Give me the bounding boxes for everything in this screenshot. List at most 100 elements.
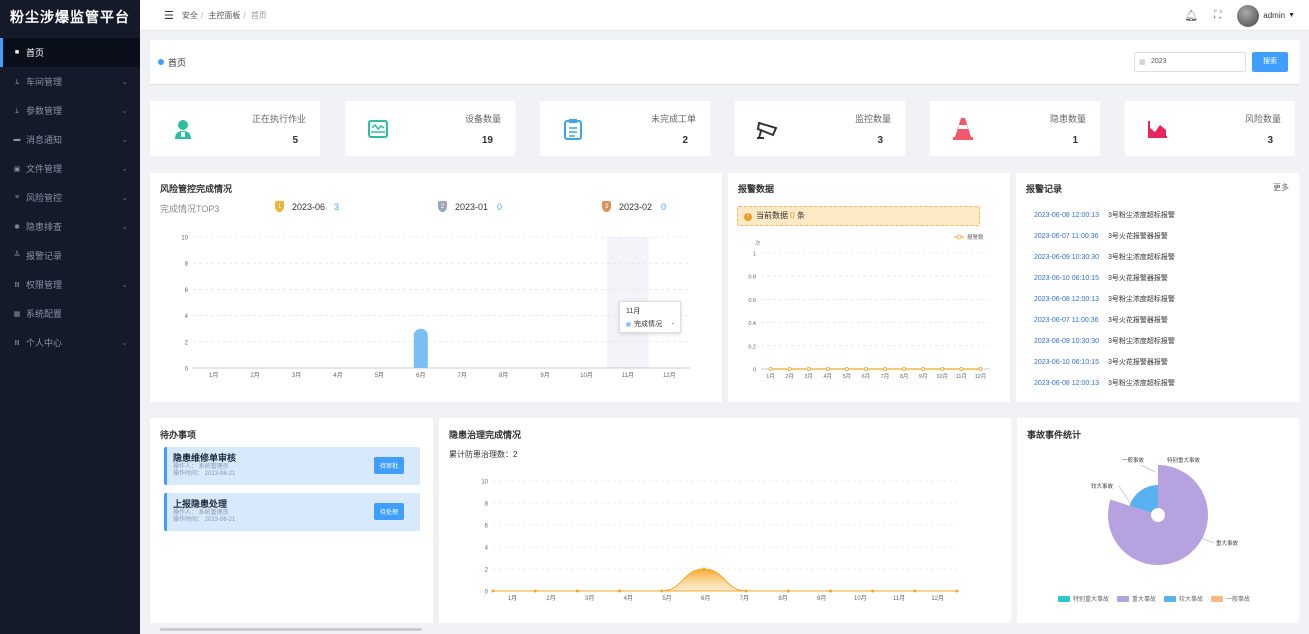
legend-swatch-icon (1211, 595, 1224, 602)
stat-card[interactable]: 监控数量 3 (735, 101, 905, 156)
data-point (786, 589, 790, 593)
record-content: 3号粉尘浓度超标报警 (1108, 296, 1175, 303)
sidebar-item[interactable]: ▦ 系统配置 (0, 299, 140, 328)
stat-card[interactable]: 设备数量 19 (345, 101, 515, 156)
stat-value: 5 (292, 134, 298, 146)
data-point (787, 366, 792, 371)
record-content: 3号火花报警器报警 (1108, 275, 1168, 282)
hazard-panel: 隐患治理完成情况 累计防患治理数：2 0 2 4 6 8 10 1月 2月 3月 4月 5月 6月 7月… (439, 418, 1011, 623)
chevron-down-icon: ⌄ (121, 164, 128, 173)
x-tick-label: 7月 (458, 372, 467, 379)
x-tick-label: 2月 (250, 372, 259, 379)
records-list: 2023-06-08 12:00:13 3号粉尘浓度超标报警 2023-06-07 … (1034, 205, 1294, 397)
sidebar-item[interactable]: Ⅲ 个人中心 ⌄ (0, 328, 140, 357)
legend-label: 一般事故 (1226, 597, 1251, 603)
bell-icon[interactable]: 🔔︎ (1184, 9, 1198, 22)
y-tick-label: 0 (485, 590, 489, 596)
record-row[interactable]: 2023-06-08 12:00:13 3号粉尘浓度超标报警 (1034, 373, 1294, 394)
bars-icon: Ⅲ (14, 281, 20, 289)
x-tick-label: 3月 (585, 595, 594, 602)
data-point (844, 366, 849, 371)
record-date: 2023-06-10 06:10:15 (1034, 359, 1099, 366)
y-tick-label: 1 (753, 252, 756, 258)
accident-panel: 事故事件统计 特别重大事故 重大事故 较大事故 一般事故 特别重大事故 重大事故 较大事故… (1017, 418, 1299, 623)
x-tick-label: 11月 (622, 372, 634, 379)
data-point (883, 366, 888, 371)
stat-value: 2 (682, 134, 688, 146)
year-picker[interactable]: ▦ 2023 (1134, 52, 1246, 72)
record-date: 2023-06-09 10:30:30 (1034, 338, 1099, 345)
data-point (978, 366, 983, 371)
chevron-down-icon[interactable]: ▼ (1288, 12, 1295, 19)
x-tick-label: 9月 (919, 373, 928, 380)
x-tick-label: 6月 (701, 595, 710, 602)
tooltip-dot-icon (626, 321, 631, 327)
legend-item[interactable]: 重大事故 (1116, 594, 1156, 603)
stat-card[interactable]: 正在执行作业 5 (150, 101, 320, 156)
record-row[interactable]: 2023-06-09 10:30:30 3号粉尘浓度超标报警 (1034, 331, 1294, 352)
legend-item[interactable]: 特别重大事故 (1057, 594, 1109, 603)
stat-card[interactable]: 风险数量 3 (1125, 101, 1295, 156)
sidebar-item[interactable]: ▬ 消息通知 ⌄ (0, 125, 140, 154)
user-name[interactable]: admin (1263, 11, 1285, 20)
sidebar-item-label: 权限管理 (26, 280, 63, 290)
legend-label: 重大事故 (1131, 597, 1156, 603)
data-point (618, 589, 622, 593)
todo-item[interactable]: 隐患维修单审核 操作人： 系统管理员 操作时间： 2023-06-21 待审批 (164, 447, 420, 485)
device-icon (363, 114, 393, 144)
sidebar-item[interactable]: ▣ 文件管理 ⌄ (0, 154, 140, 183)
breadcrumb-item[interactable]: 安全 (182, 11, 198, 20)
sidebar-item[interactable]: Ⅲ 权限管理 ⌄ (0, 270, 140, 299)
stat-label: 未完成工单 (650, 113, 696, 124)
record-row[interactable]: 2023-06-10 06:10:15 3号火花报警器报警 (1034, 268, 1294, 289)
stat-value: 3 (877, 134, 883, 146)
x-tick-label: 7月 (740, 595, 749, 602)
record-row[interactable]: 2023-06-09 10:30:30 3号粉尘浓度超标报警 (1034, 247, 1294, 268)
record-row[interactable]: 2023-06-10 06:10:15 3号火花报警器报警 (1034, 352, 1294, 373)
sidebar-item[interactable]: ■ 首页 (0, 38, 140, 67)
data-point (806, 366, 811, 371)
stat-card[interactable]: 隐患数量 1 (930, 101, 1100, 156)
data-point (863, 366, 868, 371)
record-row[interactable]: 2023-06-07 11:00:363号火花报警器报警 (1034, 394, 1294, 397)
pie-label: 一般事故 (1122, 456, 1145, 464)
sidebar-item[interactable]: ﾑ 车间管理 ⌄ (0, 67, 140, 96)
todo-panel: 待办事项 隐患维修单审核 操作人： 系统管理员 操作时间： 2023-06-21 待审… (150, 418, 433, 623)
page-title: 首页 (168, 58, 187, 68)
user-icon: ﾑ (15, 107, 19, 115)
menu-toggle-icon[interactable]: ☰ (164, 9, 174, 22)
sidebar-item[interactable]: ╩ 报警记录 (0, 241, 140, 270)
chart-tooltip: 11月 完成情况 - (619, 301, 681, 333)
avatar[interactable] (1237, 4, 1260, 27)
camera-icon (753, 114, 783, 144)
record-row[interactable]: 2023-06-08 12:00:13 3号粉尘浓度超标报警 (1034, 289, 1294, 310)
y-tick-label: 8 (185, 262, 189, 268)
record-row[interactable]: 2023-06-08 12:00:13 3号粉尘浓度超标报警 (1034, 205, 1294, 226)
todo-action-button[interactable]: 待处理 (373, 503, 404, 520)
fullscreen-icon[interactable]: ⛶ (1214, 10, 1221, 21)
search-button[interactable]: 搜索 (1252, 52, 1288, 72)
x-tick-label: 5月 (843, 373, 852, 380)
risk-bar-chart: 0 2 4 6 8 10 1月 2月 3月 4月 5月 6月 7月 8月 9月 10月 11月 12月 (181, 236, 690, 379)
sidebar-item[interactable]: ✱ 隐患排查 ⌄ (0, 212, 140, 241)
x-tick-label: 3月 (804, 373, 813, 380)
leader-line (1118, 485, 1132, 505)
more-link[interactable]: 更多 (1273, 182, 1289, 193)
chevron-down-icon: ⌄ (121, 222, 128, 231)
data-point (913, 589, 917, 593)
record-row[interactable]: 2023-06-07 11:00:363号火花报警器报警 (1034, 226, 1294, 247)
home-icon: ■ (14, 49, 20, 56)
record-row[interactable]: 2023-06-07 11:00:363号火花报警器报警 (1034, 310, 1294, 331)
legend-item[interactable]: 较大事故 (1164, 594, 1203, 603)
todo-action-button[interactable]: 待审批 (373, 457, 404, 474)
breadcrumb-item[interactable]: 主控面板 (208, 11, 240, 20)
horizontal-scrollbar[interactable] (160, 628, 422, 631)
sidebar-item[interactable]: ≡ 风险管控 ⌄ (0, 183, 140, 212)
legend-item[interactable]: 一般事故 (1211, 594, 1250, 603)
leader-line (1140, 464, 1156, 473)
sidebar-item[interactable]: ﾑ 参数管理 ⌄ (0, 96, 140, 125)
todo-item[interactable]: 上报隐患处理 操作人： 系统管理员 操作时间： 2023-06-21 待处理 (164, 493, 420, 531)
data-point (575, 589, 579, 593)
data-point (702, 567, 706, 571)
stat-card[interactable]: 未完成工单 2 (540, 101, 710, 156)
